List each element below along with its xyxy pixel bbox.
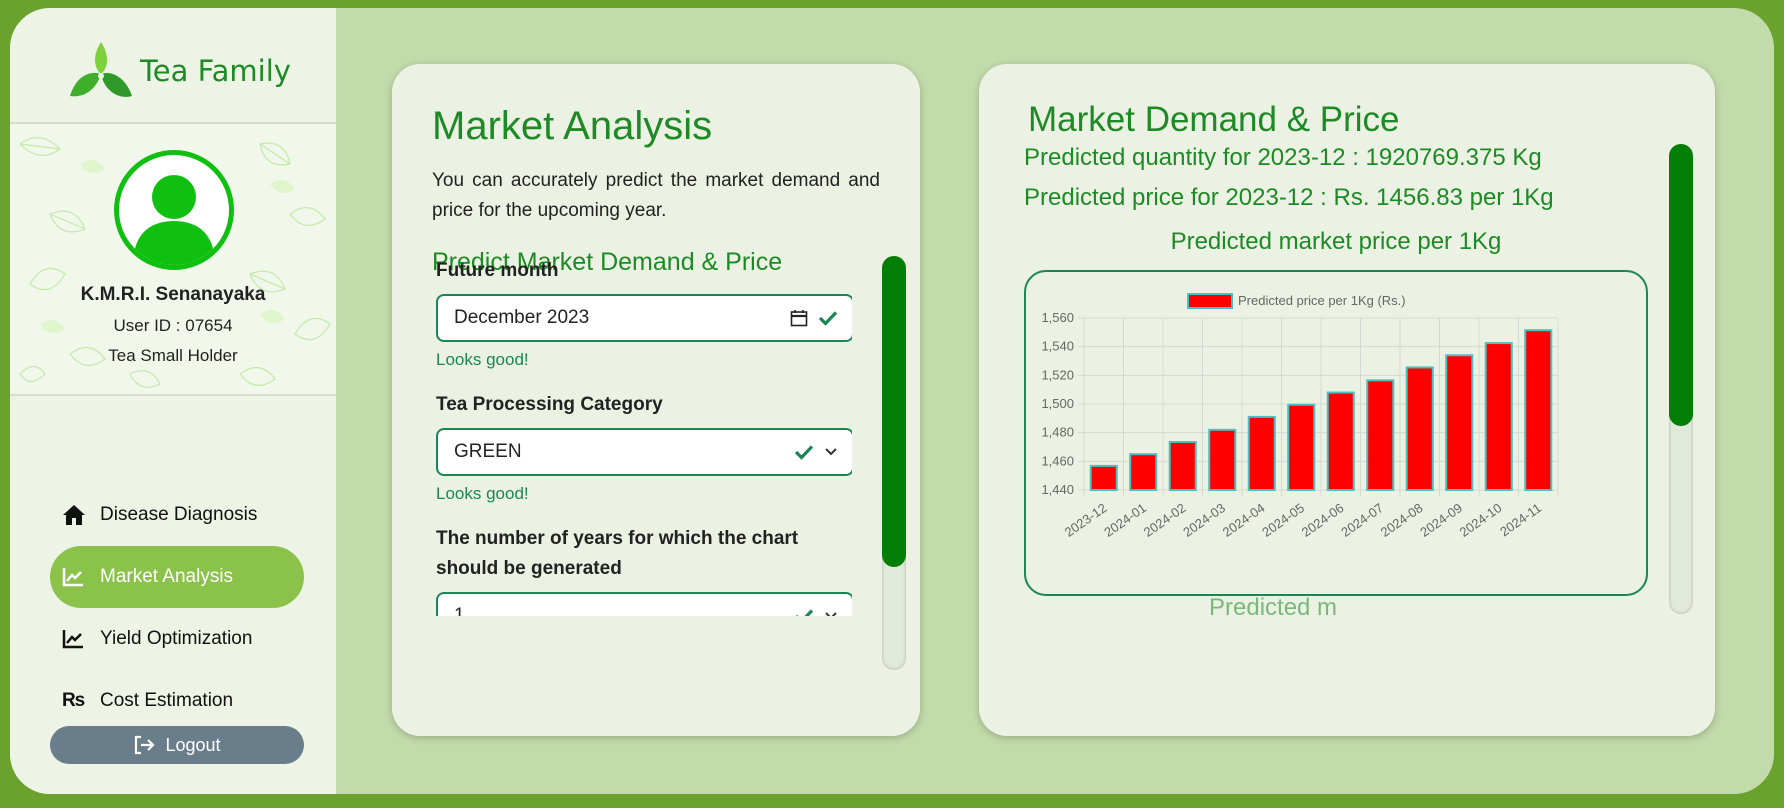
x-tick-label: 2024-04 [1220,500,1268,540]
price-chart: Predicted price per 1Kg (Rs.) 1,440 1,460… [1024,270,1648,596]
user-id: User ID : 07654 [113,316,233,335]
user-name: K.M.R.I. Senanayaka [80,284,266,305]
chevron-down-icon [825,448,837,456]
chart-years-label: The number of years for which the chart … [436,528,799,579]
legend-swatch [1187,293,1233,309]
sidebar-item-label: Yield Optimization [100,628,253,649]
prediction-form: Future month December 2023 Looks good! T… [432,256,852,616]
chart-years-value: 1 [454,605,465,616]
future-month-value: December 2023 [454,307,590,328]
profile-panel: K.M.R.I. Senanayaka User ID : 07654 Tea … [10,122,336,396]
sidebar-item-market-analysis[interactable]: Market Analysis [50,546,304,608]
bar-2024-01[interactable] [1129,453,1158,492]
home-icon [62,502,92,528]
sidebar-item-label: Cost Estimation [100,690,234,711]
logout-label: Logout [165,734,221,755]
app-frame: Tea Family K.M.R.I. Senanayaka User ID:… [10,8,1774,794]
future-month-label: Future month [436,260,559,281]
x-tick-label: 2024-05 [1259,500,1307,540]
x-tick-label: 2024-08 [1378,500,1426,540]
predicted-price: Predicted price for 2023-12 : Rs. 1456.8… [1024,184,1554,211]
market-analysis-card: Market Analysis You can accurately predi… [392,64,920,736]
bar-2024-11[interactable] [1524,329,1553,491]
bar-2024-03[interactable] [1208,428,1237,492]
y-tick-label: 1,560 [1041,310,1074,325]
sidebar-item-cost-estimation[interactable]: ₨ Cost Estimation [50,670,304,732]
bar-2024-10[interactable] [1484,342,1513,492]
x-axis-ticks: 2023-122024-012024-022024-032024-042024-… [1062,500,1544,540]
bar-2024-06[interactable] [1326,391,1355,491]
sidebar-item-label: Market Analysis [100,566,234,587]
checkmark-icon [796,609,814,616]
user-role: Tea Small Holder [108,346,238,365]
x-tick-label: 2024-02 [1141,500,1189,540]
form-scrollbar[interactable] [882,256,906,670]
bar-2024-04[interactable] [1247,415,1276,491]
x-tick-label: 2024-06 [1299,500,1347,540]
page-title: Market Analysis [432,104,713,148]
checkmark-icon [818,311,838,326]
processing-category-label: Tea Processing Category [436,394,663,415]
next-section-heading: Predicted m [1209,594,1338,621]
x-tick-label: 2023-12 [1062,500,1110,540]
y-tick-label: 1,500 [1041,396,1074,411]
y-tick-label: 1,480 [1041,425,1074,440]
x-tick-label: 2024-10 [1457,500,1505,540]
user-avatar-icon [133,175,215,265]
bar-2024-02[interactable] [1168,440,1197,492]
future-month-input[interactable]: December 2023 [436,294,852,342]
processing-category-select[interactable]: GREEN [436,428,852,476]
logout-button[interactable]: Logout [50,726,304,764]
results-scrollbar-thumb[interactable] [1669,144,1693,426]
brand-name: Tea Family [140,54,291,88]
y-tick-label: 1,540 [1041,339,1074,354]
chart-years-select[interactable]: 1 [436,592,852,616]
processing-category-feedback: Looks good! [436,484,529,503]
form-scrollbar-thumb[interactable] [882,256,906,567]
x-tick-label: 2024-07 [1338,500,1386,540]
sidebar-item-label: Disease Diagnosis [100,504,258,525]
checkmark-icon [794,445,814,460]
bar-2023-12[interactable] [1089,464,1118,491]
price-bar-chart: Predicted price per 1Kg (Rs.) 1,440 1,460… [1041,293,1559,540]
sidebar-item-disease-diagnosis[interactable]: Disease Diagnosis [50,484,304,546]
x-tick-label: 2024-01 [1101,500,1149,540]
x-tick-label: 2024-11 [1497,500,1544,539]
logout-icon [135,735,156,755]
x-tick-label: 2024-09 [1417,500,1465,540]
results-scrollbar[interactable] [1669,144,1693,614]
y-axis-ticks: 1,440 1,460 1,480 1,500 1,520 1,540 1,560 [1041,310,1074,497]
bar-2024-07[interactable] [1366,379,1395,491]
y-tick-label: 1,460 [1041,453,1074,468]
bar-2024-05[interactable] [1287,403,1316,491]
chevron-down-icon [825,612,837,616]
sidebar-nav: Disease Diagnosis Market Analysis Yield … [50,484,304,732]
results-title: Market Demand & Price [1028,100,1400,139]
predicted-quantity: Predicted quantity for 2023-12 : 1920769… [1024,144,1542,171]
sidebar: Tea Family K.M.R.I. Senanayaka User ID:… [10,8,336,794]
future-month-feedback: Looks good! [436,350,529,369]
calendar-icon[interactable] [790,309,808,327]
x-tick-label: 2024-03 [1180,500,1228,540]
avatar[interactable] [114,150,234,270]
bar-2024-09[interactable] [1445,354,1474,492]
y-tick-label: 1,440 [1041,482,1074,497]
rupee-icon: ₨ [62,690,86,711]
chart-title: Predicted market price per 1Kg [1170,228,1502,255]
processing-category-value: GREEN [454,441,522,462]
chart-line-icon [62,564,92,590]
sidebar-item-yield-optimization[interactable]: Yield Optimization [50,608,304,670]
chart-legend[interactable]: Predicted price per 1Kg (Rs.) [1187,293,1406,309]
market-demand-card: Market Demand & Price Predicted quantity… [979,64,1715,736]
brand[interactable]: Tea Family [66,38,291,104]
tea-leaf-logo-icon [70,42,132,97]
chart-line-icon [62,626,92,652]
legend-label: Predicted price per 1Kg (Rs.) [1238,293,1406,308]
intro-text: You can accurately predict the market de… [432,170,880,221]
y-tick-label: 1,520 [1041,367,1074,382]
bar-2024-08[interactable] [1405,366,1434,491]
